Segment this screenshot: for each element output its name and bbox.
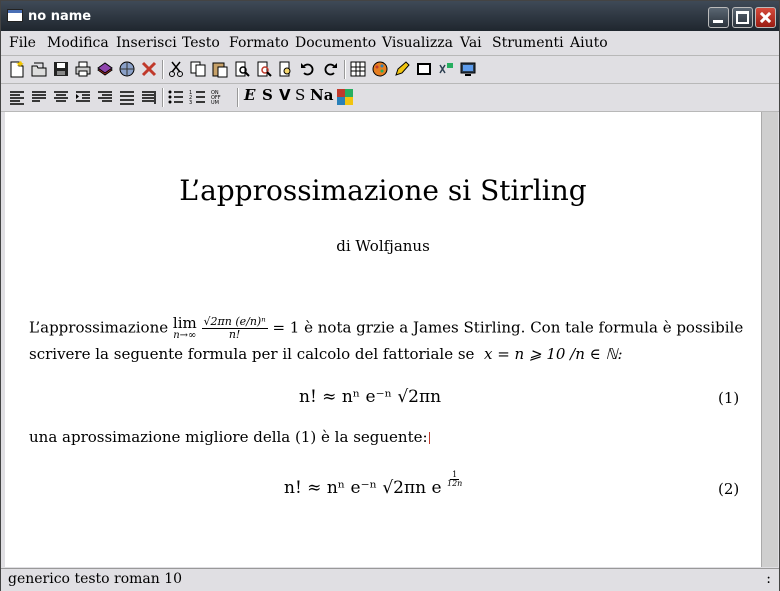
status-text: generico testo roman 10: [8, 571, 183, 587]
status-indicator: :: [766, 571, 771, 587]
menu-inserisci[interactable]: Inserisci: [116, 35, 177, 51]
indent-icon[interactable]: [74, 88, 92, 106]
menu-aiuto[interactable]: Aiuto: [570, 35, 608, 51]
menu-testo[interactable]: Testo: [182, 35, 220, 51]
redo-icon[interactable]: [321, 60, 339, 78]
new-file-icon[interactable]: [8, 60, 26, 78]
toolbar-separator: [344, 60, 346, 79]
app-icon[interactable]: [7, 9, 23, 22]
document-area[interactable]: L’approssimazione si Stirling di Wolfjan…: [5, 112, 761, 567]
description-list-icon[interactable]: ON OFF UM: [211, 88, 229, 106]
save-icon[interactable]: [52, 60, 70, 78]
find-icon[interactable]: [233, 60, 251, 78]
menu-modifica[interactable]: Modifica: [47, 35, 109, 51]
application-window: no name File Modifica Inserisci Testo Fo…: [0, 0, 780, 591]
svg-text:UM: UM: [211, 100, 219, 106]
paragraph-3: una aprossimazione migliore della (1) è …: [29, 428, 430, 446]
format-toolbar: 123 ON OFF UM E S V S Na: [1, 84, 779, 112]
menu-vai[interactable]: Vai: [460, 35, 482, 51]
noun-button[interactable]: Na: [310, 86, 333, 104]
monitor-icon[interactable]: [459, 60, 477, 78]
minimize-button[interactable]: [708, 7, 729, 28]
window-title: no name: [28, 9, 92, 24]
maximize-button[interactable]: [732, 7, 753, 28]
sans-button[interactable]: V: [279, 86, 291, 104]
para2-math: x = n ⩾ 10 /n ∈ ℕ:: [483, 345, 623, 363]
align-block-icon[interactable]: [118, 88, 136, 106]
math-icon[interactable]: [437, 60, 455, 78]
status-bar: generico testo roman 10 :: [1, 568, 779, 591]
smallcaps-button[interactable]: S: [295, 86, 305, 104]
paragraph-1: L’approssimazione lim n→∞ √2πn (e/n)ⁿ n!…: [29, 316, 743, 341]
para1-end: = 1 è nota grzie a James Stirling. Con t…: [272, 318, 744, 337]
toolbar-separator: [162, 60, 164, 79]
text-cursor: [428, 432, 430, 444]
lim-subscript: n→∞: [173, 330, 197, 341]
pen-icon[interactable]: [393, 60, 411, 78]
frame-icon[interactable]: [415, 60, 433, 78]
menu-formato[interactable]: Formato: [229, 35, 289, 51]
menu-file[interactable]: File: [9, 35, 36, 51]
close-doc-icon[interactable]: [140, 60, 158, 78]
align-justify-icon[interactable]: [30, 88, 48, 106]
align-center-icon[interactable]: [52, 88, 70, 106]
equation-2-body: n! ≈ nⁿ e⁻ⁿ √2πn e: [284, 478, 442, 498]
equation-1: n! ≈ nⁿ e⁻ⁿ √2πn: [299, 387, 442, 407]
title-bar[interactable]: no name: [1, 1, 779, 31]
numbered-list-icon[interactable]: 123: [189, 88, 207, 106]
export-icon[interactable]: [96, 60, 114, 78]
exponent-denominator: 12n: [446, 479, 463, 488]
menu-strumenti[interactable]: Strumenti: [492, 35, 564, 51]
emph-button[interactable]: E: [244, 86, 255, 104]
limit-expression: lim n→∞: [173, 316, 197, 341]
preview-icon[interactable]: [277, 60, 295, 78]
para1-start: L’approssimazione: [29, 318, 169, 337]
menu-bar: File Modifica Inserisci Testo Formato Do…: [1, 31, 779, 56]
fraction-denominator: n!: [228, 328, 241, 341]
open-file-icon[interactable]: [30, 60, 48, 78]
document-author: di Wolfjanus: [336, 237, 430, 255]
paragraph-2: scrivere la seguente formula per il calc…: [29, 345, 623, 363]
lim-text: lim: [172, 314, 197, 332]
bullet-list-icon[interactable]: [167, 88, 185, 106]
cut-icon[interactable]: [167, 60, 185, 78]
equation-2-exponent: 1 12n: [446, 470, 463, 489]
menu-visualizza[interactable]: Visualizza: [382, 35, 453, 51]
para2-text: scrivere la seguente formula per il calc…: [29, 345, 475, 363]
paste-icon[interactable]: [211, 60, 229, 78]
equation-1-number: (1): [718, 389, 740, 407]
vertical-scrollbar[interactable]: [761, 112, 778, 567]
color-palette-icon[interactable]: [336, 88, 354, 106]
paint-icon[interactable]: [371, 60, 389, 78]
print-icon[interactable]: [74, 60, 92, 78]
toolbar-separator: [237, 88, 239, 107]
replace-icon[interactable]: [255, 60, 273, 78]
toolbar-separator: [162, 88, 164, 107]
para3-text: una aprossimazione migliore della (1) è …: [29, 428, 428, 446]
bold-button[interactable]: S: [262, 86, 273, 104]
align-left-icon[interactable]: [8, 88, 26, 106]
copy-icon[interactable]: [189, 60, 207, 78]
table-icon[interactable]: [349, 60, 367, 78]
equation-2-number: (2): [718, 480, 740, 498]
document-title: L’approssimazione si Stirling: [179, 174, 587, 207]
globe-icon[interactable]: [118, 60, 136, 78]
close-window-button[interactable]: [755, 7, 776, 28]
undo-icon[interactable]: [299, 60, 317, 78]
main-toolbar: [1, 56, 779, 84]
outdent-icon[interactable]: [140, 88, 158, 106]
menu-documento[interactable]: Documento: [295, 35, 376, 51]
svg-text:3: 3: [189, 100, 192, 106]
align-right-icon[interactable]: [96, 88, 114, 106]
equation-2: n! ≈ nⁿ e⁻ⁿ √2πn e 1 12n: [284, 470, 462, 498]
fraction: √2πn (e/n)ⁿ n!: [201, 316, 268, 341]
